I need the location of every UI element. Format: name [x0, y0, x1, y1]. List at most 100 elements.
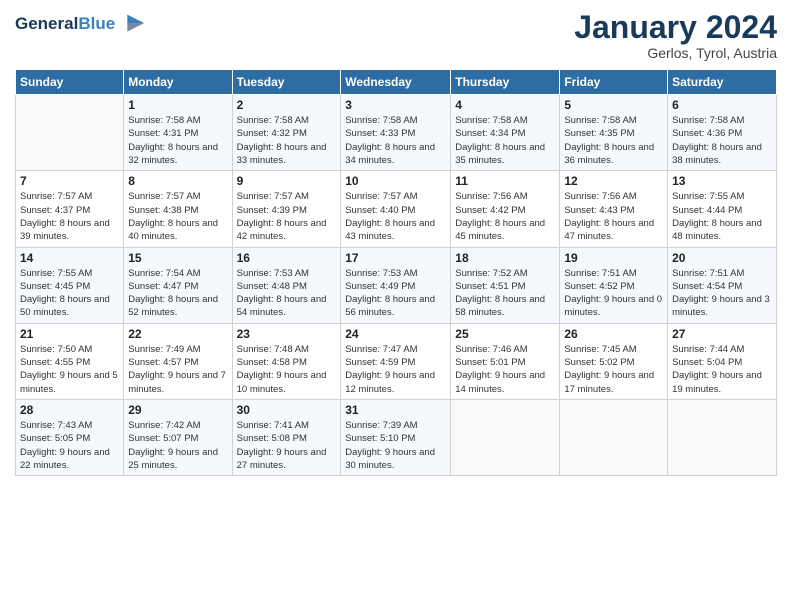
day-info: Sunrise: 7:57 AMSunset: 4:39 PMDaylight:… [237, 190, 337, 243]
day-info: Sunrise: 7:52 AMSunset: 4:51 PMDaylight:… [455, 267, 555, 320]
calendar-cell: 24 Sunrise: 7:47 AMSunset: 4:59 PMDayligh… [341, 323, 451, 399]
day-info: Sunrise: 7:58 AMSunset: 4:31 PMDaylight:… [128, 114, 227, 167]
day-info: Sunrise: 7:57 AMSunset: 4:38 PMDaylight:… [128, 190, 227, 243]
calendar-cell: 2 Sunrise: 7:58 AMSunset: 4:32 PMDaylight… [232, 95, 341, 171]
calendar-cell [668, 399, 777, 475]
day-number: 11 [455, 174, 555, 188]
day-number: 2 [237, 98, 337, 112]
day-info: Sunrise: 7:42 AMSunset: 5:07 PMDaylight:… [128, 419, 227, 472]
day-header-thursday: Thursday [451, 70, 560, 95]
day-number: 31 [345, 403, 446, 417]
day-number: 21 [20, 327, 119, 341]
calendar-cell: 3 Sunrise: 7:58 AMSunset: 4:33 PMDaylight… [341, 95, 451, 171]
day-info: Sunrise: 7:56 AMSunset: 4:43 PMDaylight:… [564, 190, 663, 243]
day-number: 10 [345, 174, 446, 188]
day-info: Sunrise: 7:55 AMSunset: 4:45 PMDaylight:… [20, 267, 119, 320]
page-container: GeneralBlue January 2024 Gerlos, Tyrol, … [0, 0, 792, 486]
day-number: 28 [20, 403, 119, 417]
day-header-monday: Monday [124, 70, 232, 95]
day-info: Sunrise: 7:44 AMSunset: 5:04 PMDaylight:… [672, 343, 772, 396]
calendar-cell: 25 Sunrise: 7:46 AMSunset: 5:01 PMDayligh… [451, 323, 560, 399]
calendar-cell: 13 Sunrise: 7:55 AMSunset: 4:44 PMDayligh… [668, 171, 777, 247]
day-number: 22 [128, 327, 227, 341]
calendar-cell: 9 Sunrise: 7:57 AMSunset: 4:39 PMDaylight… [232, 171, 341, 247]
calendar-cell: 16 Sunrise: 7:53 AMSunset: 4:48 PMDayligh… [232, 247, 341, 323]
calendar-cell: 20Sunrise: 7:51 AMSunset: 4:54 PMDayligh… [668, 247, 777, 323]
day-info: Sunrise: 7:56 AMSunset: 4:42 PMDaylight:… [455, 190, 555, 243]
day-info: Sunrise: 7:53 AMSunset: 4:48 PMDaylight:… [237, 267, 337, 320]
calendar-cell: 31Sunrise: 7:39 AMSunset: 5:10 PMDayligh… [341, 399, 451, 475]
day-number: 12 [564, 174, 663, 188]
calendar-cell: 19Sunrise: 7:51 AMSunset: 4:52 PMDayligh… [560, 247, 668, 323]
day-number: 13 [672, 174, 772, 188]
calendar-cell: 28 Sunrise: 7:43 AMSunset: 5:05 PMDayligh… [16, 399, 124, 475]
day-number: 15 [128, 251, 227, 265]
day-info: Sunrise: 7:58 AMSunset: 4:36 PMDaylight:… [672, 114, 772, 167]
calendar-cell: 27 Sunrise: 7:44 AMSunset: 5:04 PMDayligh… [668, 323, 777, 399]
day-number: 27 [672, 327, 772, 341]
day-info: Sunrise: 7:54 AMSunset: 4:47 PMDaylight:… [128, 267, 227, 320]
day-number: 18 [455, 251, 555, 265]
calendar-cell: 7 Sunrise: 7:57 AMSunset: 4:37 PMDaylight… [16, 171, 124, 247]
calendar-cell: 10 Sunrise: 7:57 AMSunset: 4:40 PMDayligh… [341, 171, 451, 247]
calendar-cell: 6Sunrise: 7:58 AMSunset: 4:36 PMDaylight… [668, 95, 777, 171]
day-info: Sunrise: 7:53 AMSunset: 4:49 PMDaylight:… [345, 267, 446, 320]
day-info: Sunrise: 7:43 AMSunset: 5:05 PMDaylight:… [20, 419, 119, 472]
day-info: Sunrise: 7:51 AMSunset: 4:54 PMDaylight:… [672, 267, 772, 320]
location: Gerlos, Tyrol, Austria [574, 45, 777, 61]
day-header-wednesday: Wednesday [341, 70, 451, 95]
calendar-cell: 14 Sunrise: 7:55 AMSunset: 4:45 PMDayligh… [16, 247, 124, 323]
calendar-cell [560, 399, 668, 475]
day-number: 1 [128, 98, 227, 112]
day-info: Sunrise: 7:58 AMSunset: 4:35 PMDaylight:… [564, 114, 663, 167]
title-block: January 2024 Gerlos, Tyrol, Austria [574, 10, 777, 61]
calendar-cell: 1 Sunrise: 7:58 AMSunset: 4:31 PMDaylight… [124, 95, 232, 171]
month-title: January 2024 [574, 10, 777, 45]
day-number: 16 [237, 251, 337, 265]
day-info: Sunrise: 7:58 AMSunset: 4:33 PMDaylight:… [345, 114, 446, 167]
day-number: 8 [128, 174, 227, 188]
calendar-cell: 21 Sunrise: 7:50 AMSunset: 4:55 PMDayligh… [16, 323, 124, 399]
calendar-cell: 30Sunrise: 7:41 AMSunset: 5:08 PMDayligh… [232, 399, 341, 475]
day-info: Sunrise: 7:58 AMSunset: 4:32 PMDaylight:… [237, 114, 337, 167]
calendar-cell: 18 Sunrise: 7:52 AMSunset: 4:51 PMDayligh… [451, 247, 560, 323]
day-header-tuesday: Tuesday [232, 70, 341, 95]
calendar-cell: 29Sunrise: 7:42 AMSunset: 5:07 PMDayligh… [124, 399, 232, 475]
day-info: Sunrise: 7:45 AMSunset: 5:02 PMDaylight:… [564, 343, 663, 396]
logo-text: GeneralBlue [15, 14, 115, 34]
calendar-table: SundayMondayTuesdayWednesdayThursdayFrid… [15, 69, 777, 476]
calendar-week-row: 21 Sunrise: 7:50 AMSunset: 4:55 PMDayligh… [16, 323, 777, 399]
day-info: Sunrise: 7:47 AMSunset: 4:59 PMDaylight:… [345, 343, 446, 396]
day-number: 25 [455, 327, 555, 341]
logo: GeneralBlue [15, 10, 146, 38]
calendar-week-row: 14 Sunrise: 7:55 AMSunset: 4:45 PMDayligh… [16, 247, 777, 323]
calendar-cell: 8 Sunrise: 7:57 AMSunset: 4:38 PMDaylight… [124, 171, 232, 247]
calendar-cell: 4Sunrise: 7:58 AMSunset: 4:34 PMDaylight… [451, 95, 560, 171]
day-number: 24 [345, 327, 446, 341]
day-number: 9 [237, 174, 337, 188]
calendar-week-row: 28 Sunrise: 7:43 AMSunset: 5:05 PMDayligh… [16, 399, 777, 475]
day-header-friday: Friday [560, 70, 668, 95]
calendar-cell: 15 Sunrise: 7:54 AMSunset: 4:47 PMDayligh… [124, 247, 232, 323]
calendar-cell: 17Sunrise: 7:53 AMSunset: 4:49 PMDayligh… [341, 247, 451, 323]
day-info: Sunrise: 7:46 AMSunset: 5:01 PMDaylight:… [455, 343, 555, 396]
day-number: 19 [564, 251, 663, 265]
day-number: 3 [345, 98, 446, 112]
day-header-sunday: Sunday [16, 70, 124, 95]
day-number: 14 [20, 251, 119, 265]
day-number: 23 [237, 327, 337, 341]
calendar-header-row: SundayMondayTuesdayWednesdayThursdayFrid… [16, 70, 777, 95]
day-info: Sunrise: 7:50 AMSunset: 4:55 PMDaylight:… [20, 343, 119, 396]
calendar-cell [451, 399, 560, 475]
day-number: 5 [564, 98, 663, 112]
day-number: 7 [20, 174, 119, 188]
calendar-cell: 5 Sunrise: 7:58 AMSunset: 4:35 PMDaylight… [560, 95, 668, 171]
day-info: Sunrise: 7:57 AMSunset: 4:37 PMDaylight:… [20, 190, 119, 243]
calendar-cell: 26 Sunrise: 7:45 AMSunset: 5:02 PMDayligh… [560, 323, 668, 399]
day-info: Sunrise: 7:41 AMSunset: 5:08 PMDaylight:… [237, 419, 337, 472]
day-info: Sunrise: 7:57 AMSunset: 4:40 PMDaylight:… [345, 190, 446, 243]
day-info: Sunrise: 7:55 AMSunset: 4:44 PMDaylight:… [672, 190, 772, 243]
day-info: Sunrise: 7:48 AMSunset: 4:58 PMDaylight:… [237, 343, 337, 396]
day-number: 26 [564, 327, 663, 341]
day-number: 4 [455, 98, 555, 112]
